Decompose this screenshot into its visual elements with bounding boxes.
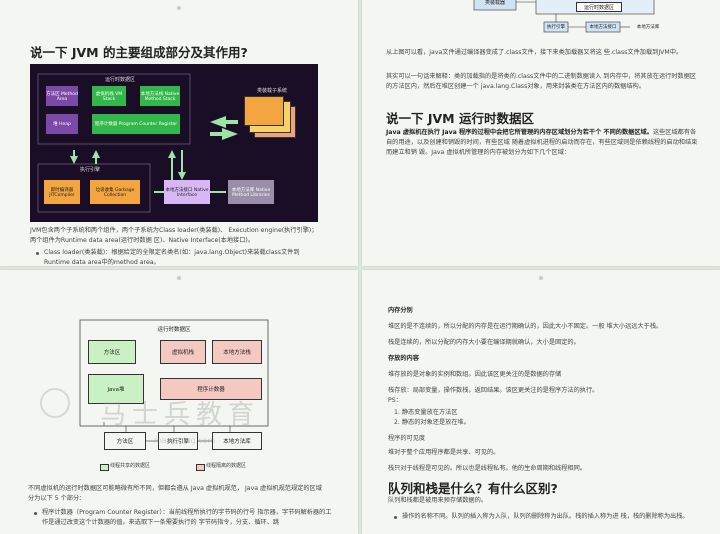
page-2: 类装载器 运行时数据区 执行引擎 本地方法接口 本地方法库 从上图可以看，jav… [362,0,720,266]
list-item: 操作的名称不同。队列的插入称为入队，队列的删除称为出队。栈的插入称为进 栈，栈的… [392,512,714,522]
paragraph: 栈存放：局部变量，操作数栈，返回结果。该区更关注的是程序方法的执行。 [388,387,599,394]
legend-private-label: 线程隔离的数据区 [206,463,247,469]
paragraph: JVM包含两个子系统和两个组件，两个子系统为Class loader(类装载)、… [30,227,318,244]
page-marker [539,276,543,280]
native-interface-box: 本地方法接口 [589,25,617,30]
paragraph: 其实可以一句话来解释：类的加载指的是将类的.class文件中的二进制数据读入 到… [386,73,697,90]
bottom-method-area-box: 方法区 [104,432,146,450]
exec-engine-label: 执行引擎 [79,166,100,173]
jvm-diagram: 运行时数据区 方法区 Method Area 虚拟机栈 VM Stack 本地方… [30,64,318,222]
page-marker [177,6,181,10]
legend-shared-label: 线程共享的数据区 [110,463,151,469]
pc-register-box: 程序计数器 Program Counter Register [92,114,180,134]
section-title-jvm-components: 说一下 JVM 的主要组成部分及其作用? [30,45,248,60]
runtime-area-label: 运行时数据区 [157,327,191,333]
bold-lead: Java 虚拟机在执行 Java 程序的过程中会把它所管理的内存区域划分为若干个… [386,129,653,136]
class-loader-label: 类装载子系统 [256,87,287,94]
paragraph: 从上图可以看，java文件通过编译器变成了.class文件，接下来类加载器又将这… [386,49,683,56]
paragraph: 队列和栈都是被用来预存储数据的。 [388,497,487,504]
subheading: 程序的可见度 [388,435,426,442]
section-title-runtime-area: 说一下 JVM 运行时数据区 [386,111,534,126]
legend-private-swatch [196,464,205,471]
vm-stack-box: 虚拟机栈 VM Stack [92,86,126,106]
paragraph: 栈是连续的，所以分配的内存大小要在编译期就确认，大小是固定的。 [388,339,580,346]
watermark-logo [40,388,70,418]
paragraph: 堆区的是不连续的，所以分配的内存是在运行期确认的，因此大小不固定。一般 堆大小远… [388,323,663,330]
runtime-area-label: 运行时数据区 [104,76,135,83]
paragraph: 栈只对于线程是可见的。所以也是线程私有。他的生命周期和线程相同。 [388,465,586,472]
native-stack-box: 本地方法栈 Native Method Stack [140,86,180,106]
vm-stack-box: 虚拟机栈 [160,340,206,364]
numbered-item: 2. 静态的对象还是放在堆。 [394,419,470,426]
method-area-box: 方法区 Method Area [46,86,78,106]
gc-box: 垃圾收集 Garbage Collection [90,180,140,204]
class-loader-box: 类装载器 [484,0,505,6]
jit-box: 即时编译器 JITCompiler [44,180,80,204]
watermark-text: 马士兵教育 [100,400,261,430]
ps-label: PS： [388,397,402,404]
paragraph: 堆存放的是对象的实例和数组。因此该区更关注的是数据的存储 [388,371,562,378]
heap-box: 堆 Heap [46,114,78,134]
paragraph: 不同虚拟机的运行时数据区可能略微有所不同，但都会遵从 Java 虚拟机规范， J… [28,485,322,502]
page-1: 说一下 JVM 的主要组成部分及其作用? 运行时数据区 方法区 Method A… [0,0,358,266]
list-item: Class loader(类装载)：根据给定的全限定名类名(如：java.lan… [34,248,326,266]
paragraph: 堆对于整个应用程序都是共享、可见的。 [388,449,500,456]
native-stack-box: 本地方法栈 [212,340,262,364]
legend-shared-swatch [100,464,109,471]
watermark-url: mashibing.com [154,436,216,445]
bottom-native-lib-box: 本地方法库 [212,432,262,450]
method-area-box: 方法区 [88,340,136,364]
paragraph: Java 虚拟机在执行 Java 程序的过程中会把它所管理的内存区域划分为若干个… [386,128,702,158]
exec-engine-box: 执行引擎 [547,25,565,30]
native-lib-box: 本地方法库 Native Method Libraries [228,180,274,204]
subheading: 内存分别 [388,307,413,314]
page-3: 运行时数据区 方法区 虚拟机栈 本地方法栈 Java堆 程序计数器 方法区 执行… [0,270,358,534]
numbered-item: 1. 静态变量放在方法区 [394,409,458,416]
section-title-queue-stack: 队列和栈是什么？有什么区别? [388,481,558,496]
list-item: 程序计数器（Program Counter Register）：当前线程所执行的… [32,508,336,528]
native-interface-box: 本地方法接口 Native Interface [164,180,210,204]
top-diagram-lines [473,0,655,33]
runtime-box: 运行时数据区 [576,2,622,12]
subheading: 存放的内容 [388,355,419,362]
page-4: 内存分别 堆区的是不连续的，所以分配的内存是在运行期确认的，因此大小不固定。一般… [362,270,720,534]
class-loader-box [244,96,284,126]
native-lib-label: 本地方法库 [636,25,660,30]
